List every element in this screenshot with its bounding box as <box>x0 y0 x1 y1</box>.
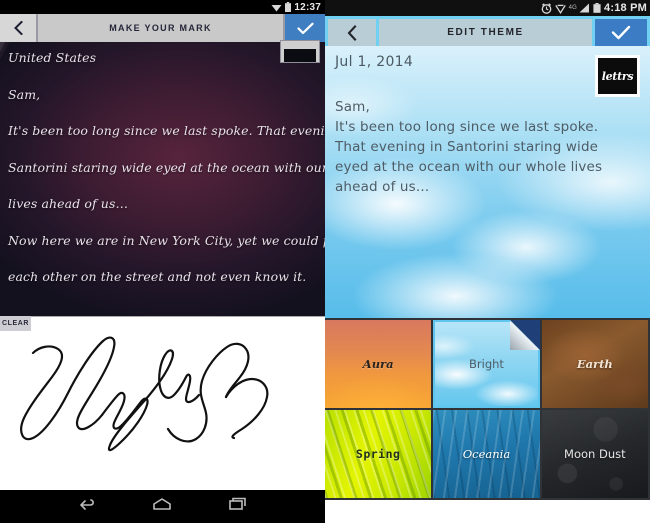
nav-recents-icon[interactable] <box>229 497 247 516</box>
left-screen-make-your-mark: 12:37 MAKE YOUR MARK United States Sam, … <box>0 0 325 523</box>
left-status-clock: 12:37 <box>294 1 321 13</box>
clear-signature-button[interactable]: CLEAR <box>0 316 31 331</box>
right-screen-edit-theme: 4G 4:18 PM EDIT THEME Jul 1, 2014 Sam, I… <box>325 0 650 523</box>
nav-home-icon[interactable] <box>152 497 172 516</box>
theme-grid: Aura Bright Earth Spring Oceania Moon Du… <box>325 318 650 500</box>
left-status-bar: 12:37 <box>0 0 325 14</box>
signal-icon <box>578 3 590 13</box>
theme-tile-label: Bright <box>469 357 504 371</box>
theme-tile-oceania[interactable]: Oceania <box>433 410 540 498</box>
theme-tile-aura[interactable]: Aura <box>325 320 432 408</box>
wifi-icon <box>271 3 282 12</box>
letter-line: ahead of us… <box>335 179 430 195</box>
letter-line: Sam, <box>335 99 370 115</box>
theme-tile-spring[interactable]: Spring <box>325 410 432 498</box>
left-back-button[interactable] <box>0 14 38 42</box>
letter-date: Jul 1, 2014 <box>335 54 414 70</box>
signature-drawing <box>20 336 269 452</box>
right-status-bar: 4G 4:18 PM <box>325 0 650 16</box>
theme-tile-label: Spring <box>355 447 401 461</box>
theme-tile-label: Moon Dust <box>564 447 626 461</box>
chevron-left-icon <box>347 24 357 41</box>
letter-line: lives ahead of us… <box>8 196 129 211</box>
chevron-left-icon <box>13 21 23 35</box>
right-header-bar: EDIT THEME <box>325 16 650 46</box>
nav-back-icon[interactable] <box>78 497 96 516</box>
check-icon <box>296 22 314 34</box>
battery-icon <box>593 3 601 13</box>
right-confirm-button[interactable] <box>595 19 647 46</box>
theme-tile-label: Oceania <box>462 447 511 461</box>
network-type-label: 4G <box>568 5 578 11</box>
theme-tile-earth[interactable]: Earth <box>541 320 648 408</box>
lettrs-stamp[interactable]: lettrs <box>596 56 639 96</box>
letter-line: Sam, <box>8 86 41 102</box>
check-icon <box>611 25 631 40</box>
theme-tile-bright[interactable]: Bright <box>433 320 540 408</box>
letter-line: eyed at the ocean with our whole lives <box>335 159 603 175</box>
right-letter-body: Jul 1, 2014 Sam, It's been too long sinc… <box>325 46 650 318</box>
theme-tile-label: Aura <box>362 357 394 371</box>
letter-line: That evening in Santorini staring wide <box>335 139 599 155</box>
left-stamp-thumbnail[interactable] <box>280 40 320 63</box>
letter-line: each other on the street and not even kn… <box>8 269 307 284</box>
theme-tile-label: Earth <box>576 357 613 371</box>
wifi-icon <box>554 3 566 14</box>
lettrs-logo-text: lettrs <box>601 69 634 83</box>
battery-icon <box>285 2 292 12</box>
left-letter-body: United States Sam, It's been too long si… <box>0 42 325 316</box>
letter-line: Santorini staring wide eyed at the ocean… <box>8 159 325 175</box>
left-confirm-button[interactable] <box>285 14 325 42</box>
right-page-title: EDIT THEME <box>379 19 592 46</box>
left-page-title: MAKE YOUR MARK <box>38 14 285 42</box>
right-back-button[interactable] <box>328 19 376 46</box>
right-status-clock: 4:18 PM <box>604 2 647 14</box>
signature-pad[interactable] <box>0 316 325 490</box>
theme-tile-moon-dust[interactable]: Moon Dust <box>541 410 648 498</box>
letter-line: It's been too long since we last spoke. <box>335 119 599 135</box>
letter-line: United States <box>8 50 97 65</box>
android-nav-bar <box>0 490 325 523</box>
left-header-bar: MAKE YOUR MARK <box>0 14 325 42</box>
alarm-icon <box>541 2 552 14</box>
letter-line: It's been too long since we last spoke. … <box>8 123 325 138</box>
letter-line: Now here we are in New York City, yet we… <box>8 232 325 248</box>
